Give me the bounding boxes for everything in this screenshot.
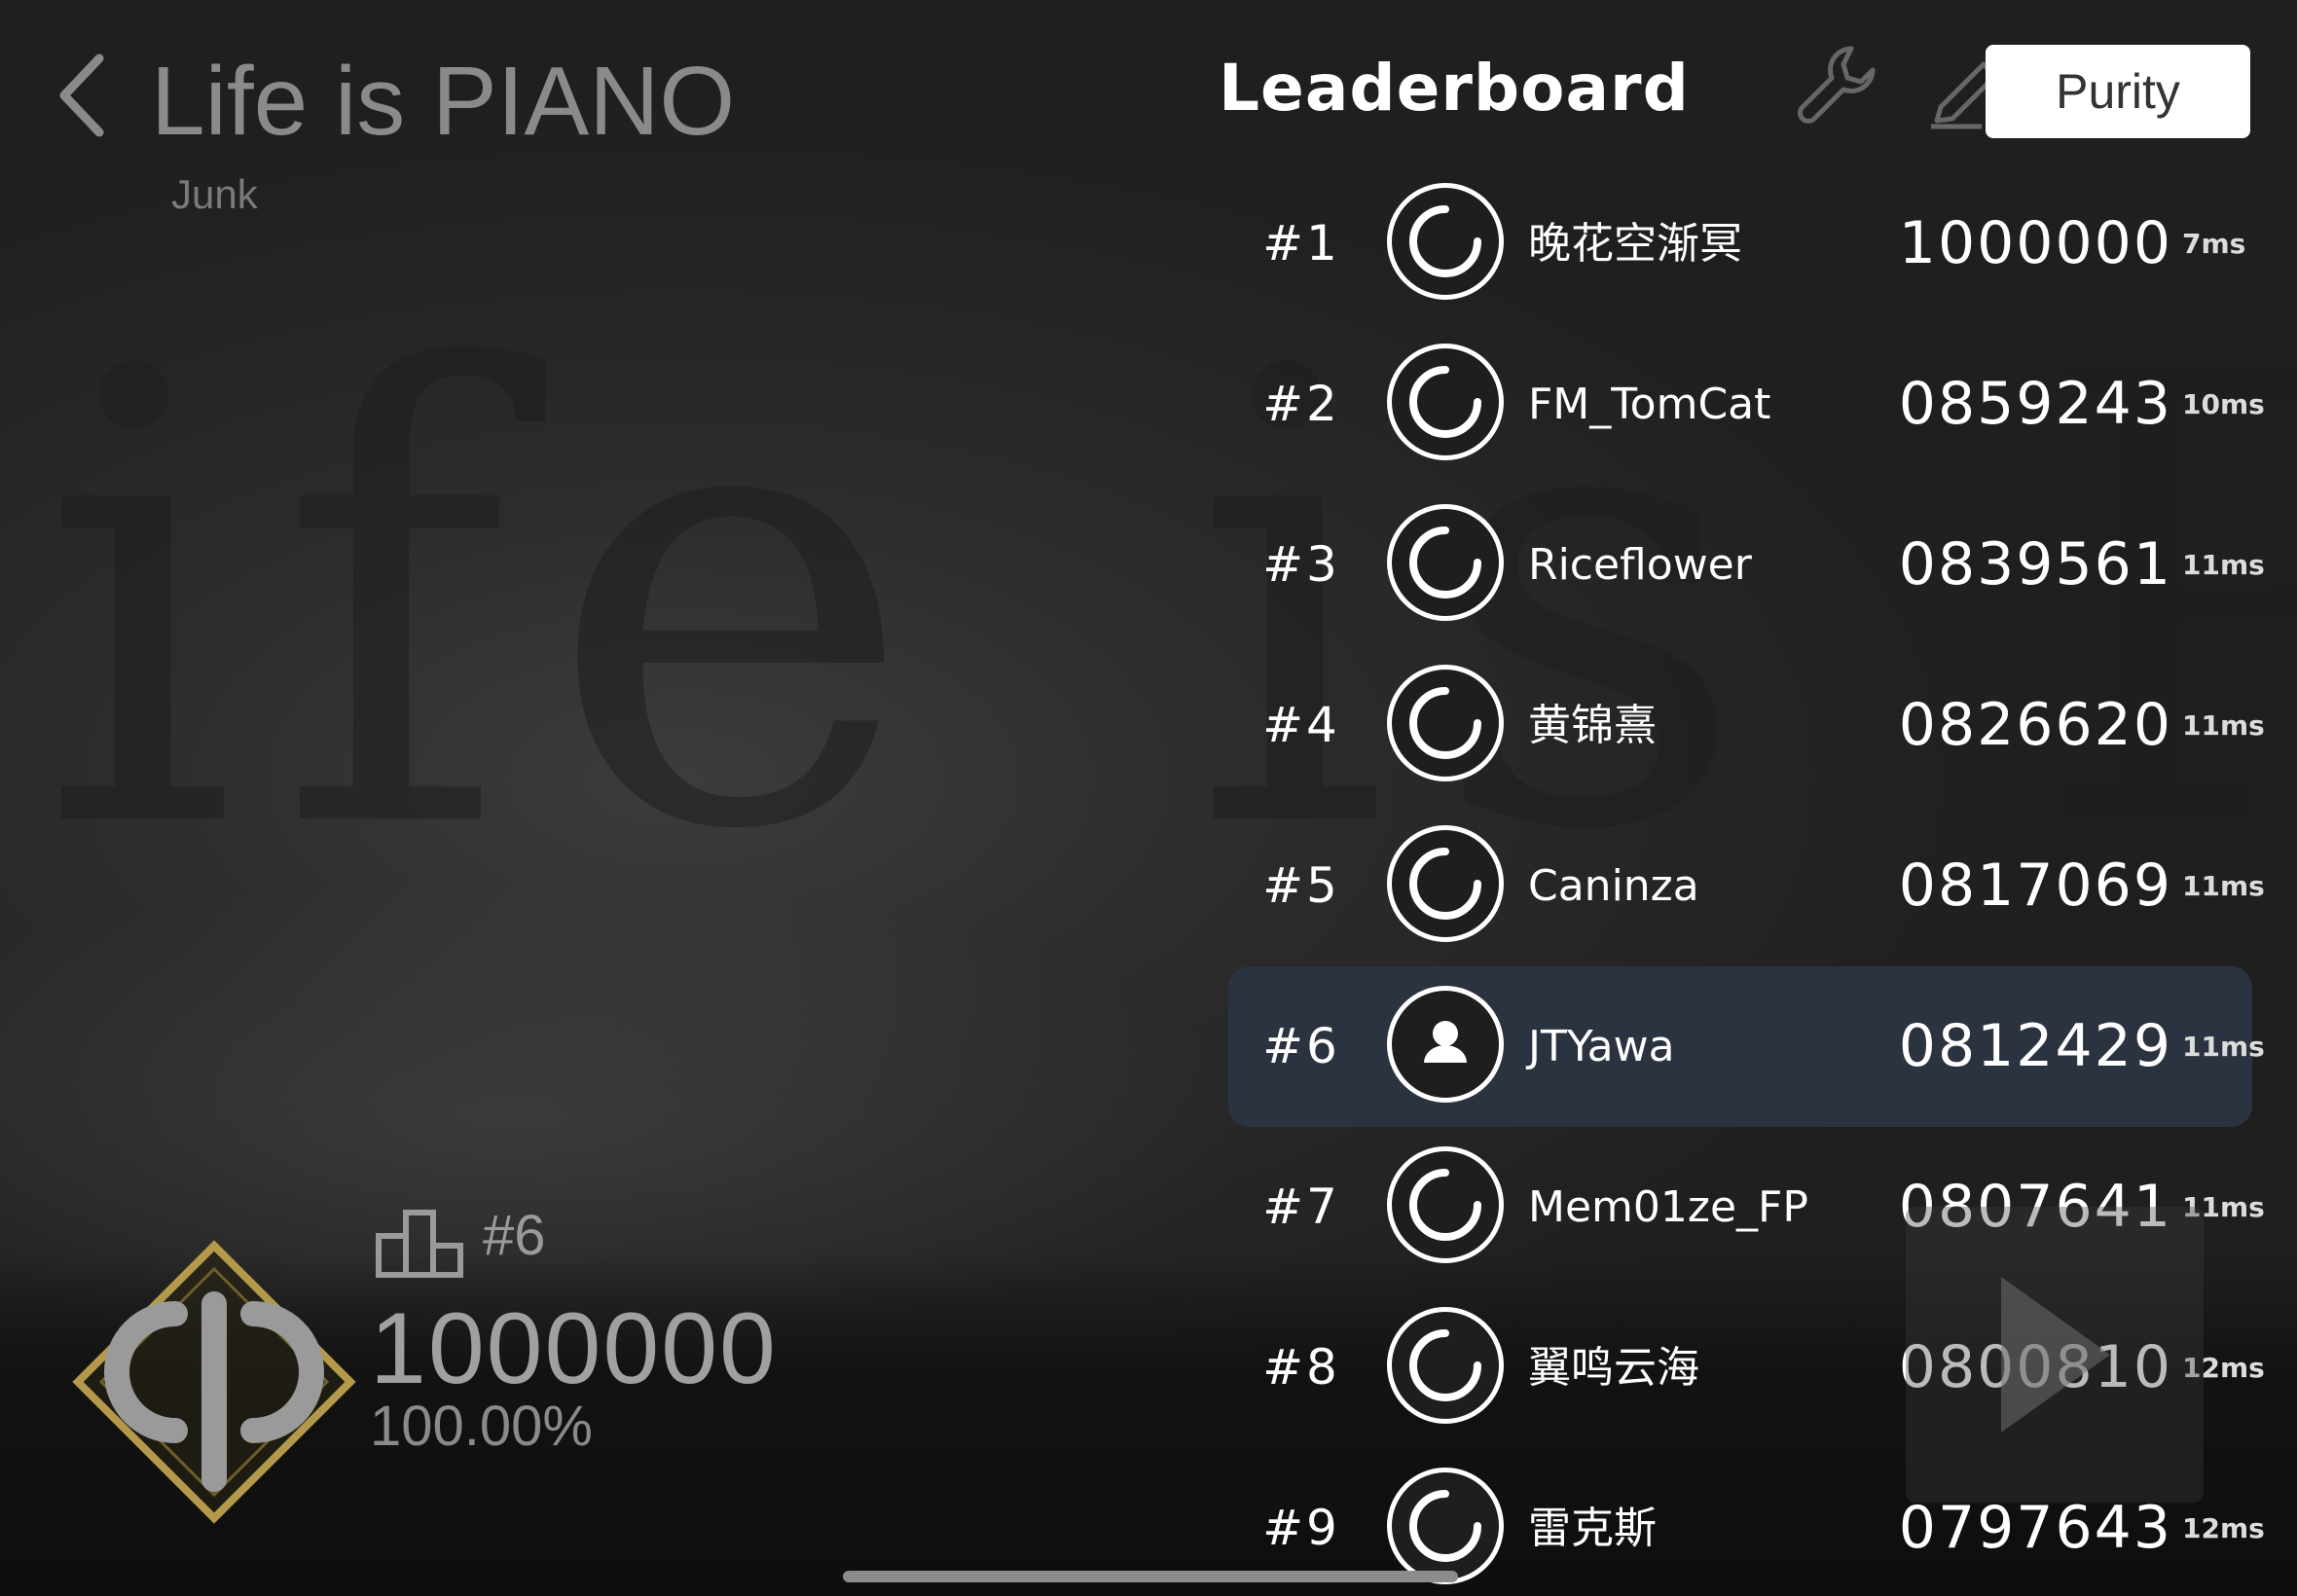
row-rank: #2 bbox=[1262, 376, 1340, 432]
player-name: Caninza bbox=[1528, 861, 1699, 911]
avatar-ring-icon bbox=[1409, 1169, 1481, 1241]
player-timing-ms: 11ms bbox=[2182, 1031, 2265, 1063]
player-name: JTYawa bbox=[1528, 1022, 1675, 1071]
row-rank: #1 bbox=[1262, 215, 1340, 272]
player-avatar[interactable] bbox=[1387, 1146, 1504, 1263]
personal-accuracy: 100.00% bbox=[370, 1395, 593, 1458]
player-timing-ms: 11ms bbox=[2182, 709, 2265, 742]
phi-grade-badge bbox=[68, 1236, 360, 1528]
player-avatar[interactable] bbox=[1387, 665, 1504, 781]
player-score: 0826620 bbox=[1898, 691, 2172, 759]
player-score: 0817069 bbox=[1898, 852, 2172, 920]
back-button[interactable] bbox=[51, 47, 119, 144]
user-icon bbox=[1424, 1021, 1467, 1063]
player-name: Riceflower bbox=[1528, 540, 1752, 590]
row-rank: #7 bbox=[1262, 1179, 1340, 1235]
player-avatar[interactable] bbox=[1387, 1307, 1504, 1424]
wrench-icon[interactable] bbox=[1791, 39, 1884, 132]
leaderboard-row[interactable]: #4 黄锦熹 0826620 11ms bbox=[1228, 645, 2265, 806]
player-score: 1000000 bbox=[1898, 209, 2172, 277]
avatar-ring-icon bbox=[1409, 848, 1481, 920]
avatar-ring-icon bbox=[1409, 687, 1481, 759]
player-avatar[interactable] bbox=[1387, 344, 1504, 460]
player-timing-ms: 11ms bbox=[2182, 870, 2265, 902]
player-name: 雷克斯 bbox=[1528, 1504, 1657, 1553]
player-name: 黄锦熹 bbox=[1528, 701, 1657, 750]
row-rank: #3 bbox=[1262, 536, 1340, 593]
play-icon bbox=[2001, 1277, 2110, 1433]
leaderboard-row-self[interactable]: #6 JTYawa 0812429 11ms bbox=[1228, 966, 2265, 1127]
player-name: 晚花空渐冥 bbox=[1528, 219, 1742, 269]
player-avatar[interactable] bbox=[1387, 1468, 1504, 1584]
avatar-ring-icon bbox=[1409, 1490, 1481, 1562]
leaderboard-row[interactable]: #2 FM_TomCat 0859243 10ms bbox=[1228, 324, 2265, 485]
home-indicator[interactable] bbox=[843, 1571, 1458, 1582]
player-score: 0839561 bbox=[1898, 530, 2172, 598]
row-rank: #6 bbox=[1262, 1018, 1340, 1074]
player-timing-ms: 10ms bbox=[2182, 388, 2265, 420]
player-name: Mem01ze_FP bbox=[1528, 1182, 1808, 1232]
avatar-ring-icon bbox=[1409, 366, 1481, 438]
row-rank: #5 bbox=[1262, 857, 1340, 914]
purity-mode-button[interactable]: Purity bbox=[1986, 45, 2250, 138]
row-rank: #8 bbox=[1262, 1339, 1340, 1396]
player-avatar[interactable] bbox=[1387, 504, 1504, 621]
player-score: 0859243 bbox=[1898, 370, 2172, 438]
game-screen: ife is PIAN Life is PIANO Junk Leaderboa… bbox=[0, 0, 2297, 1596]
player-timing-ms: 11ms bbox=[2182, 549, 2265, 581]
song-artist: Junk bbox=[171, 171, 258, 217]
podium-icon bbox=[375, 1207, 464, 1279]
personal-score: 1000000 bbox=[370, 1292, 778, 1405]
leaderboard-row[interactable]: #3 Riceflower 0839561 11ms bbox=[1228, 485, 2265, 645]
play-button[interactable] bbox=[1906, 1207, 2204, 1503]
player-name: 翼鸣云海 bbox=[1528, 1343, 1699, 1393]
song-title: Life is PIANO bbox=[151, 47, 736, 156]
leaderboard-row[interactable]: #5 Caninza 0817069 11ms bbox=[1228, 806, 2265, 966]
back-chevron-icon bbox=[59, 54, 104, 137]
leaderboard-title: Leaderboard bbox=[1219, 51, 1690, 126]
player-avatar[interactable] bbox=[1387, 183, 1504, 300]
avatar-ring-icon bbox=[1409, 526, 1481, 598]
player-avatar[interactable] bbox=[1387, 986, 1504, 1103]
player-timing-ms: 7ms bbox=[2182, 228, 2246, 260]
leaderboard-row[interactable]: #1 晚花空渐冥 1000000 7ms bbox=[1228, 163, 2252, 324]
player-name: FM_TomCat bbox=[1528, 380, 1771, 429]
row-rank: #4 bbox=[1262, 697, 1340, 753]
player-score: 0812429 bbox=[1898, 1012, 2172, 1080]
personal-rank: #6 bbox=[483, 1204, 546, 1267]
player-avatar[interactable] bbox=[1387, 825, 1504, 942]
avatar-ring-icon bbox=[1409, 205, 1481, 277]
avatar-ring-icon bbox=[1409, 1329, 1481, 1401]
